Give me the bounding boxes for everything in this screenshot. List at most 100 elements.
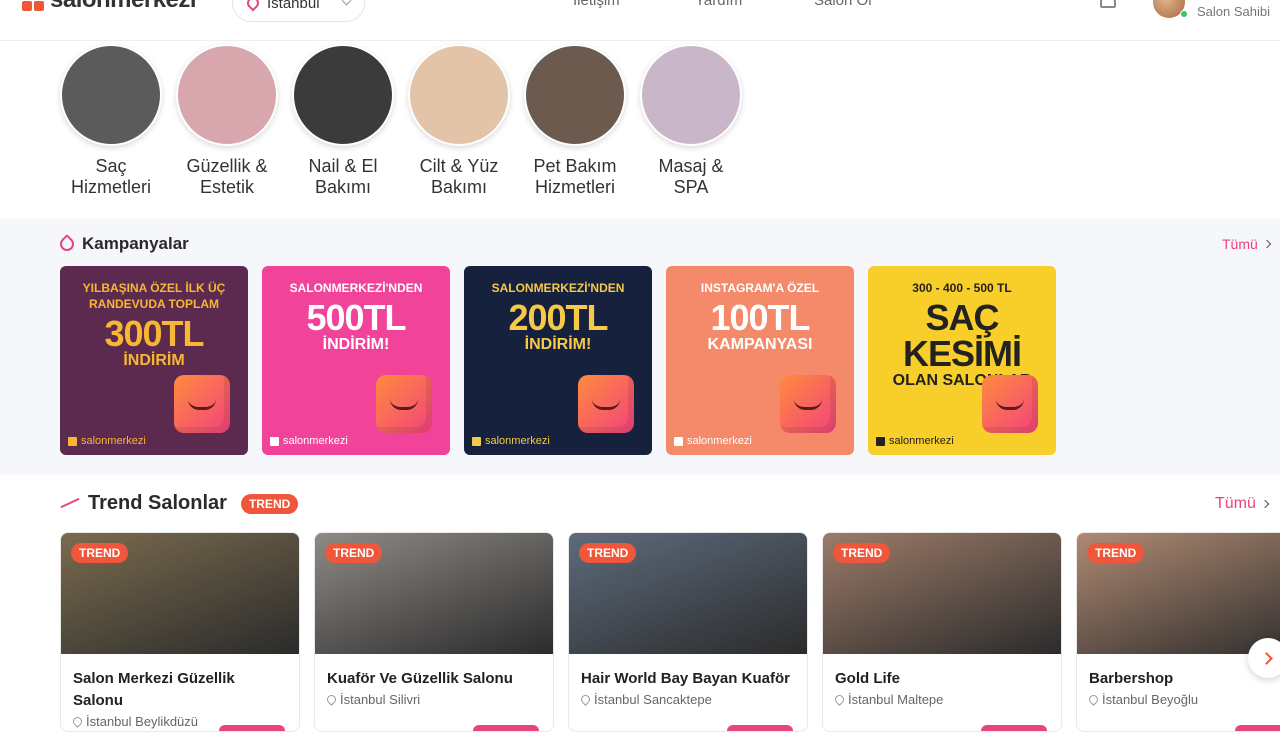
salon-location-text: İstanbul Beyoğlu xyxy=(1102,692,1199,707)
bell-icon[interactable] xyxy=(1100,0,1116,8)
logo[interactable]: salonmerkezi xyxy=(22,0,197,14)
campaign-amount: 200TL xyxy=(508,297,608,338)
nav-help[interactable]: Yardım xyxy=(695,0,742,9)
campaign-subtext: KAMPANYASI xyxy=(707,336,813,353)
campaign-banner[interactable]: YILBAŞINA ÖZEL İLK ÜÇ RANDEVUDA TOPLAM 30… xyxy=(60,266,248,455)
trend-all-link[interactable]: Tümü xyxy=(1215,495,1270,513)
location-pin-icon xyxy=(579,693,592,706)
salon-image: TREND xyxy=(823,533,1061,654)
salon-action-button[interactable] xyxy=(727,725,793,731)
salon-name: Kuaför Ve Güzellik Salonu xyxy=(327,670,513,687)
chevron-down-icon xyxy=(341,0,352,6)
logo-icon xyxy=(22,0,44,11)
trend-badge: TREND xyxy=(1087,543,1145,563)
campaign-banner[interactable]: SALONMERKEZİ'NDEN 500TL İNDİRİM! salonmerke… xyxy=(262,266,450,455)
category-item[interactable]: Nail & El Bakımı xyxy=(292,44,394,198)
salon-card[interactable]: TREND Barbershop İstanbul Beyoğlu xyxy=(1076,532,1280,732)
top-navbar: salonmerkezi İstanbul İletişim Yardım Sa… xyxy=(0,0,1280,41)
category-label: Nail & El Bakımı xyxy=(308,156,378,197)
trend-salon-list: TREND Salon Merkezi Güzellik Salonu İstanb… xyxy=(60,532,1280,732)
category-item[interactable]: Cilt & Yüz Bakımı xyxy=(408,44,510,198)
logo-text: salonmerkezi xyxy=(50,0,197,14)
salon-image: TREND xyxy=(315,533,553,654)
salon-action-button[interactable] xyxy=(981,725,1047,731)
salon-action-button[interactable] xyxy=(219,725,285,731)
salon-name: Barbershop xyxy=(1089,670,1174,687)
salon-card[interactable]: TREND Salon Merkezi Güzellik Salonu İstanb… xyxy=(60,532,300,732)
campaigns-title: Kampanyalar xyxy=(57,234,189,254)
city-label: İstanbul xyxy=(267,0,320,12)
nav-contact[interactable]: İletişim xyxy=(573,0,620,9)
carousel-next-button[interactable] xyxy=(1248,638,1280,678)
trend-badge: TREND xyxy=(579,543,637,563)
salon-action-button[interactable] xyxy=(1235,725,1280,731)
location-pin-icon xyxy=(325,693,338,706)
chevron-right-icon xyxy=(1262,239,1272,249)
campaign-brand: salonmerkezi xyxy=(270,435,348,447)
campaign-brand: salonmerkezi xyxy=(472,435,550,447)
nav-become-salon[interactable]: Salon Ol xyxy=(814,0,872,9)
campaign-banner[interactable]: 300 - 400 - 500 TL SAÇ KESİMİ OLAN SALONLA… xyxy=(868,266,1056,455)
campaigns-all-label: Tümü xyxy=(1222,236,1258,252)
campaign-top-text: SALONMERKEZİ'NDEN xyxy=(491,281,625,295)
salon-image: TREND xyxy=(1077,533,1280,654)
campaign-banner[interactable]: SALONMERKEZİ'NDEN 200TL İNDİRİM! salonmerke… xyxy=(464,266,652,455)
campaigns-title-text: Kampanyalar xyxy=(82,234,189,253)
salon-name: Gold Life xyxy=(835,670,900,687)
campaigns-all-link[interactable]: Tümü xyxy=(1222,236,1272,252)
campaign-top-text: INSTAGRAM'A ÖZEL xyxy=(700,281,820,295)
mascot-illustration xyxy=(780,375,836,433)
trend-all-label: Tümü xyxy=(1215,495,1256,512)
campaign-top-text: SALONMERKEZİ'NDEN xyxy=(289,281,423,295)
trend-badge: TREND xyxy=(325,543,383,563)
trend-badge: TREND xyxy=(833,543,891,563)
salon-location-text: İstanbul Silivri xyxy=(340,692,421,707)
city-selector[interactable]: İstanbul xyxy=(232,0,365,22)
tag-icon xyxy=(57,234,77,254)
category-label: Masaj & SPA xyxy=(658,156,724,197)
trend-title: Trend Salonlar TREND xyxy=(60,492,299,515)
mascot-illustration xyxy=(376,375,432,433)
campaign-top-text: YILBAŞINA ÖZEL İLK ÜÇ RANDEVUDA TOPLAM xyxy=(82,281,226,311)
location-pin-icon xyxy=(244,0,262,12)
salon-name: Salon Merkezi Güzellik Salonu xyxy=(73,670,235,709)
campaign-banner[interactable]: INSTAGRAM'A ÖZEL 100TL KAMPANYASI salonmerk… xyxy=(666,266,854,455)
campaign-amount: SAÇ KESİMİ xyxy=(902,297,1022,374)
category-label: Pet Bakım Hizmetleri xyxy=(533,156,617,197)
trending-up-icon xyxy=(60,498,80,510)
campaign-subtext: İNDİRİM! xyxy=(322,336,390,353)
salon-image: TREND xyxy=(61,533,299,654)
trend-header-badge: TREND xyxy=(240,493,299,514)
salon-name: Hair World Bay Bayan Kuaför xyxy=(581,670,790,687)
chevron-right-icon xyxy=(1260,499,1270,509)
category-image xyxy=(408,44,510,146)
salon-card[interactable]: TREND Gold Life İstanbul Maltepe xyxy=(822,532,1062,732)
category-list: Saç Hizmetleri Güzellik & Estetik Nail & E… xyxy=(60,44,742,198)
mascot-illustration xyxy=(578,375,634,433)
location-pin-icon xyxy=(833,693,846,706)
mascot-illustration xyxy=(174,375,230,433)
campaigns-section: Kampanyalar Tümü YILBAŞINA ÖZEL İLK ÜÇ R… xyxy=(0,219,1280,475)
category-item[interactable]: Saç Hizmetleri xyxy=(60,44,162,198)
campaign-brand: salonmerkezi xyxy=(876,435,954,447)
salon-location: İstanbul Maltepe xyxy=(833,692,1049,707)
user-role: Salon Sahibi xyxy=(1197,4,1270,19)
category-image xyxy=(176,44,278,146)
campaign-carousel: YILBAŞINA ÖZEL İLK ÜÇ RANDEVUDA TOPLAM 30… xyxy=(60,266,1056,455)
category-image xyxy=(60,44,162,146)
campaign-top-text: 300 - 400 - 500 TL xyxy=(912,281,1012,295)
salon-location: İstanbul Sancaktepe xyxy=(579,692,795,707)
category-item[interactable]: Güzellik & Estetik xyxy=(176,44,278,198)
category-label: Güzellik & Estetik xyxy=(186,156,268,197)
salon-location-text: İstanbul Maltepe xyxy=(848,692,944,707)
salon-action-button[interactable] xyxy=(473,725,539,731)
campaign-amount: 100TL xyxy=(710,297,810,338)
salon-location: İstanbul Silivri xyxy=(325,692,541,707)
salon-card[interactable]: TREND Kuaför Ve Güzellik Salonu İstanbul S… xyxy=(314,532,554,732)
salon-card[interactable]: TREND Hair World Bay Bayan Kuaför İstanbul… xyxy=(568,532,808,732)
campaign-amount: 300TL xyxy=(104,313,204,354)
salon-location-text: İstanbul Sancaktepe xyxy=(594,692,712,707)
online-status-dot xyxy=(1180,10,1188,18)
category-item[interactable]: Masaj & SPA xyxy=(640,44,742,198)
category-item[interactable]: Pet Bakım Hizmetleri xyxy=(524,44,626,198)
